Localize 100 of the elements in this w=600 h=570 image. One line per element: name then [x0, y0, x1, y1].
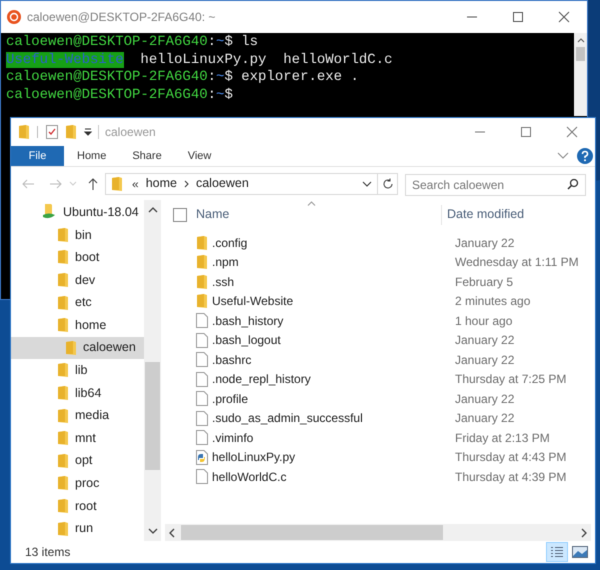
folder-icon	[112, 176, 122, 190]
help-icon[interactable]	[577, 148, 593, 164]
tree-item[interactable]: lib	[11, 359, 144, 382]
tree-item[interactable]: mnt	[11, 426, 144, 450]
tree-item[interactable]: Ubuntu-18.04	[11, 201, 144, 224]
ribbon-tab[interactable]: Share	[119, 146, 175, 166]
file-name: .bashrc	[212, 352, 252, 369]
file-icon	[196, 430, 208, 446]
tree-item[interactable]: home	[11, 314, 144, 337]
chevron-right-icon[interactable]	[184, 180, 189, 188]
file-row[interactable]: .viminfo Friday at 2:13 PM	[161, 428, 595, 448]
breadcrumb[interactable]: home	[146, 174, 177, 193]
scroll-up-icon[interactable]	[148, 206, 158, 214]
search-field[interactable]: Search caloewen	[405, 174, 586, 196]
up-icon[interactable]	[87, 176, 99, 190]
folder-icon	[58, 363, 68, 378]
window-title: caloewen@DESKTOP-2FA6G40: ~	[27, 9, 216, 26]
file-name: .node_repl_history	[212, 371, 312, 388]
details-view-button[interactable]	[546, 542, 568, 562]
tree-item[interactable]: proc	[11, 472, 144, 495]
folder-icon	[58, 522, 68, 536]
folder-icon	[197, 236, 207, 250]
new-folder-icon	[66, 125, 76, 139]
file-name: .profile	[212, 390, 250, 408]
terminal-line: caloewen@DESKTOP-2FA6G40:~$ ls	[6, 34, 260, 52]
dropdown-icon[interactable]	[84, 128, 92, 136]
scroll-thumb[interactable]	[145, 362, 160, 470]
details-view-icon	[550, 546, 564, 558]
ubuntu-icon	[7, 10, 21, 24]
file-name: .npm	[212, 254, 240, 272]
ribbon-tab[interactable]: View	[174, 146, 224, 166]
scroll-left-icon[interactable]	[168, 528, 176, 538]
sort-caret-icon	[307, 201, 316, 206]
folder-icon	[58, 250, 68, 264]
tree-item[interactable]: lib64	[11, 382, 144, 404]
file-name: .viminfo	[212, 430, 254, 447]
tree-item[interactable]: dev	[11, 268, 144, 292]
file-row[interactable]: .ssh February 5	[161, 272, 595, 292]
folder-icon	[197, 274, 207, 289]
search-icon[interactable]	[567, 178, 579, 190]
file-row[interactable]: .bashrc January 22	[161, 350, 595, 370]
tree-item[interactable]: boot	[11, 246, 144, 269]
folder-icon	[58, 318, 68, 332]
column-header[interactable]: Date modified	[447, 205, 524, 224]
item-count: 13 items	[25, 544, 70, 561]
file-row[interactable]: .sudo_as_admin_successful January 22	[161, 408, 595, 428]
date-modified: Friday at 2:13 PM	[455, 430, 550, 447]
ribbon-tab[interactable]: File	[11, 146, 64, 166]
tree-item[interactable]: caloewen	[11, 336, 144, 360]
file-row[interactable]: .node_repl_history Thursday at 7:25 PM	[161, 370, 595, 389]
column-header[interactable]: Name	[196, 205, 441, 224]
chevron-down-icon[interactable]	[362, 180, 372, 186]
breadcrumb[interactable]: caloewen	[196, 174, 249, 193]
folder-icon	[66, 340, 76, 355]
file-row[interactable]: .bash_logout January 22	[161, 330, 595, 350]
scroll-thumb[interactable]	[181, 525, 443, 540]
terminal-line: Useful-Website helloLinuxPy.py helloWorldC.c	[6, 52, 394, 69]
select-all-checkbox[interactable]	[173, 208, 187, 222]
file-name: Useful-Website	[212, 293, 294, 310]
folder-icon	[197, 255, 207, 270]
date-modified: January 22	[455, 390, 514, 408]
refresh-icon[interactable]	[382, 178, 394, 190]
file-icon	[196, 469, 208, 484]
folder-icon	[58, 431, 68, 446]
tree-item[interactable]: bin	[11, 224, 144, 246]
drive-icon	[42, 204, 56, 220]
folder-icon	[197, 294, 207, 308]
file-row[interactable]: Useful-Website 2 minutes ago	[161, 292, 595, 311]
file-row[interactable]: helloWorldC.c Thursday at 4:39 PM	[161, 467, 595, 486]
file-row[interactable]: helloLinuxPy.py Thursday at 4:43 PM	[161, 448, 595, 467]
file-row[interactable]: .npm Wednesday at 1:11 PM	[161, 252, 595, 272]
file-name: .bash_history	[212, 312, 284, 330]
file-icon	[196, 372, 208, 387]
address-bar[interactable]: « home caloewen	[105, 172, 378, 194]
terminal-line: caloewen@DESKTOP-2FA6G40:~$ explorer.exe .	[6, 69, 360, 86]
scroll-thumb[interactable]	[576, 47, 585, 61]
tree-item[interactable]: root	[11, 494, 144, 518]
properties-icon[interactable]	[46, 125, 58, 139]
file-icon	[196, 313, 208, 328]
tree-item[interactable]: etc	[11, 291, 144, 314]
date-modified: Thursday at 4:43 PM	[455, 449, 566, 466]
ribbon-tab[interactable]: Home	[64, 146, 120, 166]
scroll-down-icon[interactable]	[148, 527, 158, 535]
file-name: helloWorldC.c	[212, 468, 288, 486]
folder-icon	[58, 499, 68, 514]
tree-item[interactable]: media	[11, 404, 144, 427]
date-modified: January 22	[455, 410, 514, 428]
file-icon	[196, 352, 208, 368]
terminal-line: caloewen@DESKTOP-2FA6G40:~$	[6, 86, 234, 104]
file-row[interactable]: .profile January 22	[161, 389, 595, 408]
scroll-right-icon[interactable]	[580, 528, 588, 538]
folder-icon	[58, 408, 68, 423]
file-row[interactable]: .config January 22	[161, 233, 595, 252]
overflow-marker[interactable]: «	[132, 174, 139, 192]
file-name: helloLinuxPy.py	[212, 449, 296, 466]
file-name: .ssh	[212, 274, 236, 291]
tree-item[interactable]: opt	[11, 450, 144, 472]
file-row[interactable]: .bash_history 1 hour ago	[161, 311, 595, 330]
tree-item[interactable]: run	[11, 517, 144, 540]
date-modified: January 22	[455, 332, 514, 350]
